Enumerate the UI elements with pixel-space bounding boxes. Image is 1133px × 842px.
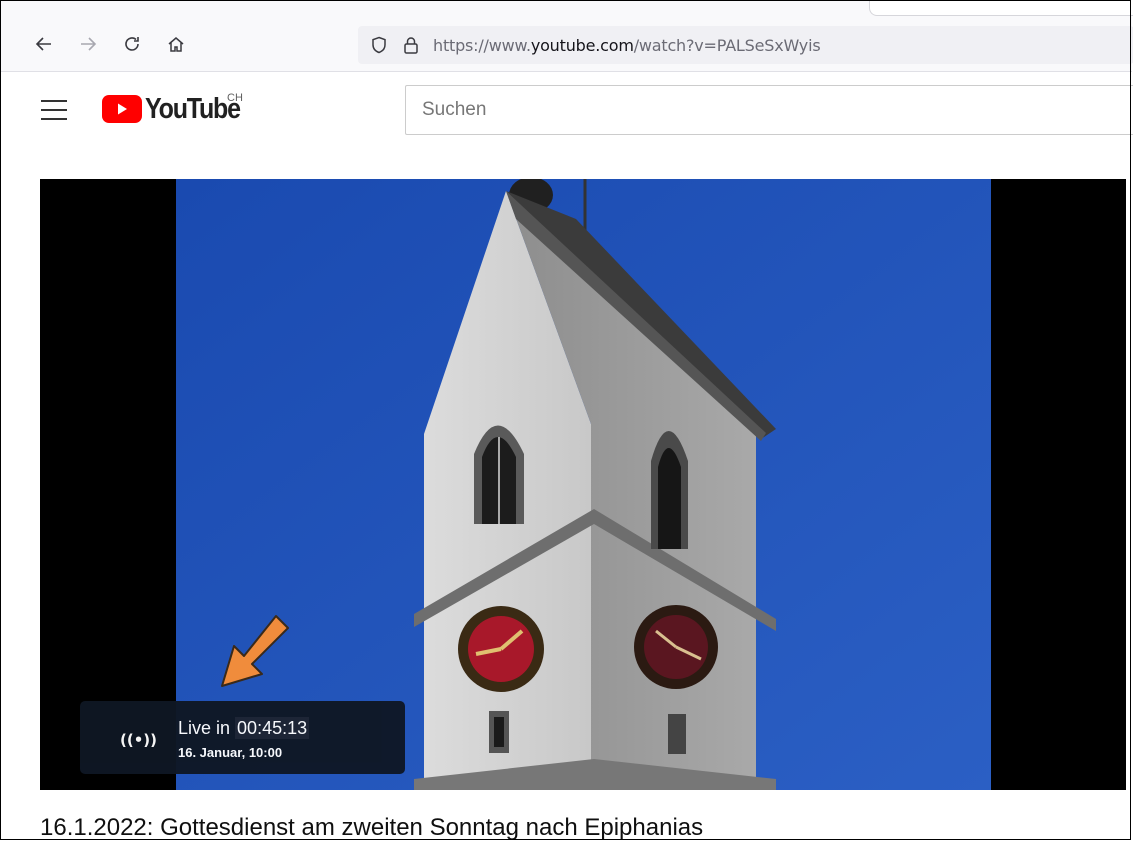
url-prefix: https://www. bbox=[433, 36, 531, 55]
youtube-logo[interactable]: YouTube bbox=[102, 92, 241, 125]
shield-icon[interactable] bbox=[370, 36, 388, 54]
live-countdown-panel: ((•)) Live in 00:45:13 16. Januar, 10:00 bbox=[80, 701, 405, 774]
url-text[interactable]: https://www.youtube.com/watch?v=PALSeSxW… bbox=[433, 36, 821, 55]
url-bar[interactable]: https://www.youtube.com/watch?v=PALSeSxW… bbox=[358, 26, 1133, 64]
region-code: CH bbox=[227, 92, 243, 104]
live-countdown: Live in 00:45:13 bbox=[178, 717, 310, 739]
tab-strip-edge bbox=[869, 1, 1133, 16]
reload-button[interactable] bbox=[119, 31, 145, 57]
home-button[interactable] bbox=[163, 31, 189, 57]
logo-wordmark: YouTube bbox=[145, 92, 241, 125]
video-title: 16.1.2022: Gottesdienst am zweiten Sonnt… bbox=[40, 814, 704, 841]
search-box bbox=[405, 85, 1133, 135]
forward-button[interactable] bbox=[75, 31, 101, 57]
video-player[interactable]: ((•)) Live in 00:45:13 16. Januar, 10:00 bbox=[40, 179, 1126, 790]
lock-icon[interactable] bbox=[402, 36, 420, 54]
menu-icon[interactable] bbox=[41, 100, 67, 120]
search-input[interactable] bbox=[420, 98, 1024, 122]
youtube-header: YouTube CH bbox=[1, 72, 1133, 152]
back-arrow-icon bbox=[35, 37, 51, 51]
url-host: youtube.com bbox=[530, 36, 634, 55]
forward-arrow-icon bbox=[81, 37, 97, 51]
live-broadcast-icon: ((•)) bbox=[120, 731, 158, 749]
home-icon bbox=[168, 37, 184, 52]
reload-icon bbox=[125, 37, 139, 51]
browser-toolbar: https://www.youtube.com/watch?v=PALSeSxW… bbox=[1, 1, 1133, 72]
url-path: /watch?v=PALSeSxWyis bbox=[633, 36, 821, 55]
video-thumbnail bbox=[176, 179, 991, 790]
scheduled-date: 16. Januar, 10:00 bbox=[178, 745, 283, 760]
annotation-arrow-icon bbox=[221, 615, 289, 687]
play-icon bbox=[102, 95, 142, 123]
live-prefix: Live in bbox=[178, 718, 236, 738]
countdown-timer: 00:45:13 bbox=[235, 717, 310, 739]
back-button[interactable] bbox=[31, 31, 57, 57]
